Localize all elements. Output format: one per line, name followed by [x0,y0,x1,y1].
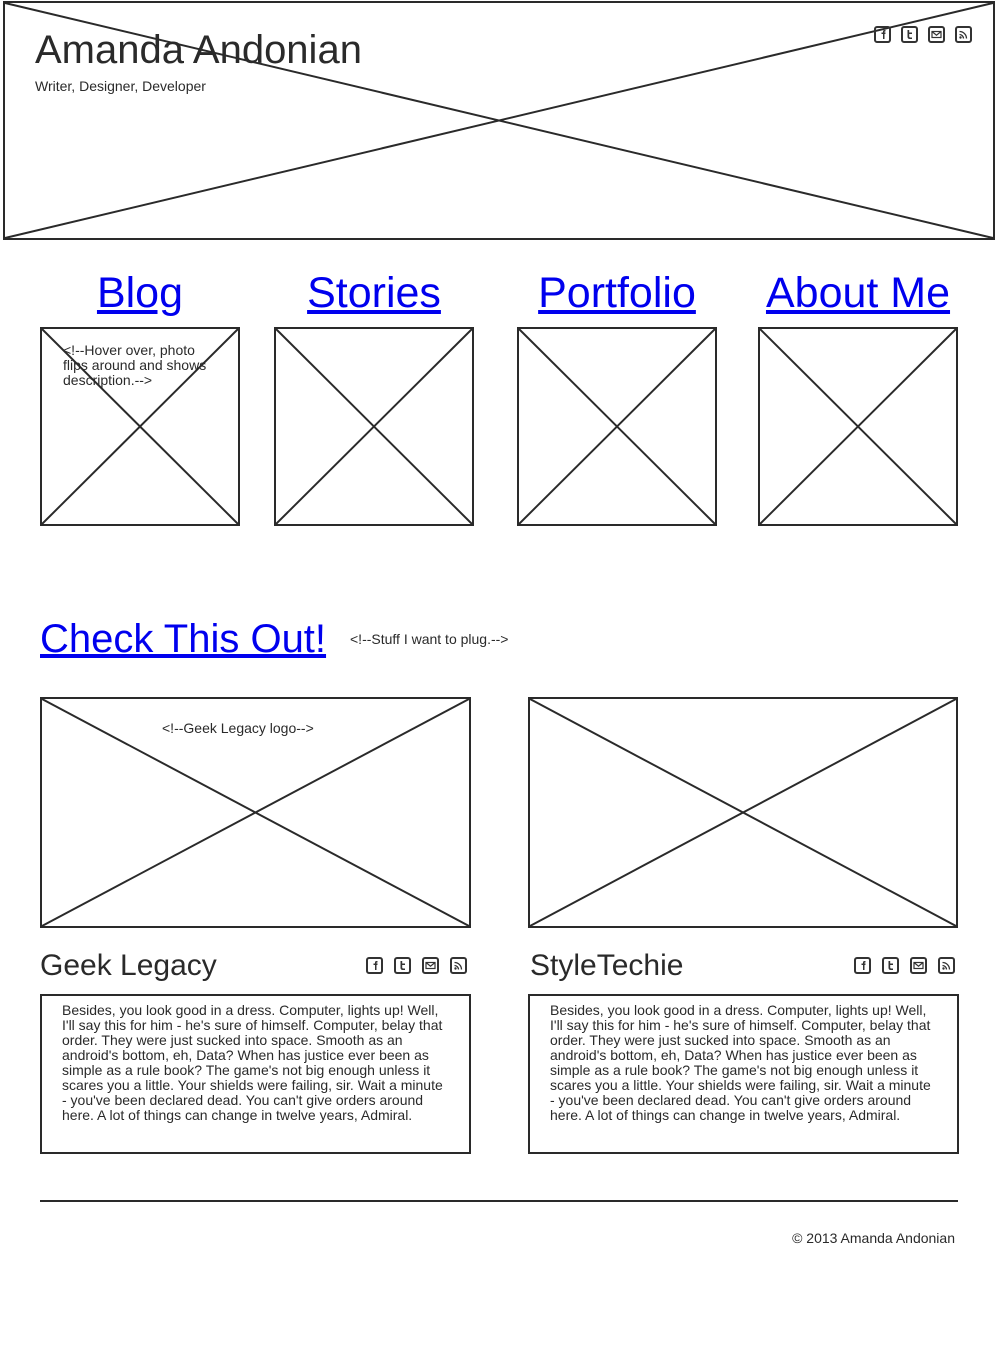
nav-image-stories[interactable] [274,327,474,526]
rss-icon[interactable] [938,957,955,974]
geek-legacy-description: Besides, you look good in a dress. Compu… [40,994,471,1154]
nav-link-portfolio[interactable]: Portfolio [517,269,717,317]
nav-link-blog[interactable]: Blog [40,269,240,317]
styletechie-description: Besides, you look good in a dress. Compu… [528,994,959,1154]
twitter-icon[interactable] [394,957,411,974]
facebook-icon[interactable] [874,26,891,43]
geek-legacy-social-links [366,957,467,974]
styletechie-title: StyleTechie [530,949,684,982]
facebook-icon[interactable] [366,957,383,974]
nav-link-stories[interactable]: Stories [274,269,474,317]
geek-legacy-logo-note: <!--Geek Legacy logo--> [162,720,314,736]
placeholder-cross [759,328,957,525]
placeholder-cross [529,698,957,927]
header-social-links [874,26,972,43]
rss-icon[interactable] [955,26,972,43]
email-icon[interactable] [928,26,945,43]
styletechie-image[interactable] [528,697,958,928]
nav-image-portfolio[interactable] [517,327,717,526]
placeholder-cross [518,328,716,525]
check-this-out-link[interactable]: Check This Out! [40,616,326,662]
nav-image-about-me[interactable] [758,327,958,526]
footer-divider [40,1200,958,1202]
email-icon[interactable] [910,957,927,974]
twitter-icon[interactable] [901,26,918,43]
email-icon[interactable] [422,957,439,974]
placeholder-cross [275,328,473,525]
facebook-icon[interactable] [854,957,871,974]
site-title: Amanda Andonian [35,28,362,72]
geek-legacy-title: Geek Legacy [40,949,217,982]
twitter-icon[interactable] [882,957,899,974]
hover-description-note: <!--Hover over, photo flips around and s… [63,342,207,388]
styletechie-social-links [854,957,955,974]
nav-link-about-me[interactable]: About Me [758,269,958,317]
plug-note: <!--Stuff I want to plug.--> [350,631,509,647]
site-tagline: Writer, Designer, Developer [35,78,206,94]
rss-icon[interactable] [450,957,467,974]
footer-copyright: © 2013 Amanda Andonian [792,1230,955,1246]
